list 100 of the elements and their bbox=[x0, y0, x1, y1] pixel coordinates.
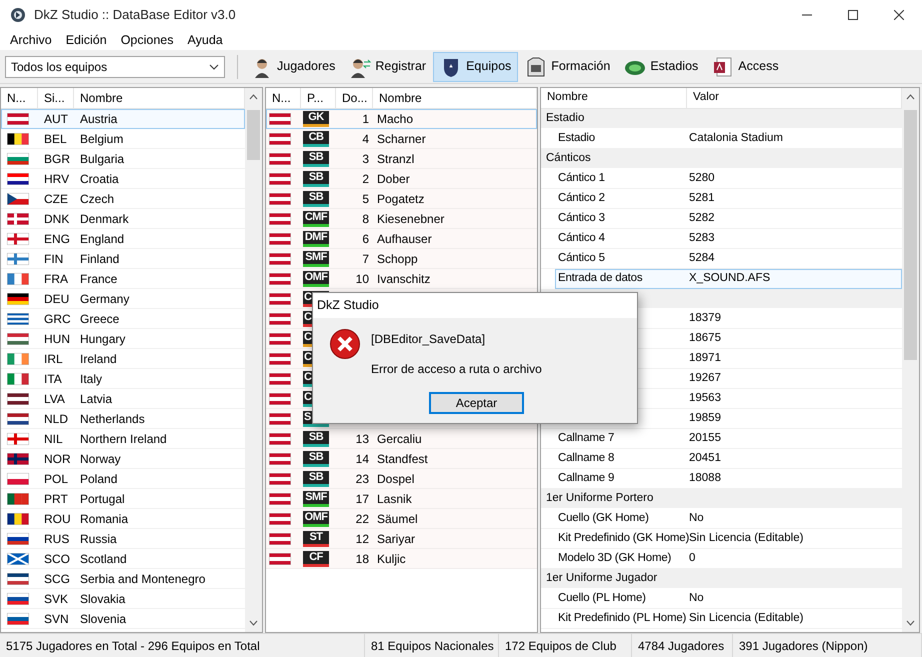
column-header[interactable]: Si... bbox=[38, 88, 74, 108]
property-value: 0 bbox=[688, 550, 696, 566]
menu-item[interactable]: Archivo bbox=[3, 30, 59, 50]
player-name: Dospel bbox=[376, 470, 416, 488]
team-row[interactable]: DNK Denmark bbox=[1, 209, 245, 229]
player-name: Aufhauser bbox=[376, 230, 433, 248]
player-name: Kuljic bbox=[376, 550, 407, 568]
team-name: Germany bbox=[79, 290, 130, 308]
team-filter-dropdown[interactable]: Todos los equipos bbox=[5, 56, 225, 78]
team-row[interactable]: POL Poland bbox=[1, 469, 245, 489]
scrollbar-thumb[interactable] bbox=[904, 110, 917, 360]
scrollbar[interactable] bbox=[245, 88, 262, 632]
menu-item[interactable]: Edición bbox=[58, 30, 114, 50]
scrollbar[interactable] bbox=[902, 88, 919, 632]
column-header[interactable]: Nombre bbox=[541, 88, 687, 108]
team-code: FRA bbox=[43, 270, 69, 288]
property-row[interactable]: Kit Predefinido (PL Home) Sin Licencia (Editable) bbox=[541, 609, 902, 629]
player-row[interactable]: GK 1 Macho bbox=[266, 109, 537, 129]
property-row[interactable]: Entrada de datos X_SOUND.AFS bbox=[555, 269, 902, 289]
player-row[interactable]: SMF 17 Lasnik bbox=[266, 489, 537, 509]
player-row[interactable]: CMF 8 Kiesenebner bbox=[266, 209, 537, 229]
team-row[interactable]: NOR Norway bbox=[1, 449, 245, 469]
team-row[interactable]: ITA Italy bbox=[1, 369, 245, 389]
player-row[interactable]: SB 23 Dospel bbox=[266, 469, 537, 489]
app-logo-icon bbox=[10, 7, 26, 23]
property-row[interactable]: Callname 7 20155 bbox=[541, 429, 902, 449]
player-row[interactable]: DMF 6 Aufhauser bbox=[266, 229, 537, 249]
flag-icon bbox=[269, 292, 291, 304]
flag-icon bbox=[269, 312, 291, 324]
property-group-row[interactable]: Estadio bbox=[541, 109, 902, 129]
team-row[interactable]: ROU Romania bbox=[1, 509, 245, 529]
property-row[interactable]: Callname 8 20451 bbox=[541, 449, 902, 469]
team-row[interactable]: BGR Bulgaria bbox=[1, 149, 245, 169]
team-code: HUN bbox=[43, 330, 71, 348]
team-row[interactable]: CZE Czech bbox=[1, 189, 245, 209]
toolbar-button[interactable]: Estadios bbox=[617, 52, 706, 82]
team-row[interactable]: SVK Slovakia bbox=[1, 589, 245, 609]
player-row[interactable]: CF 18 Kuljic bbox=[266, 549, 537, 569]
scroll-down-icon bbox=[249, 620, 258, 626]
menu-item[interactable]: Opciones bbox=[114, 30, 180, 50]
property-row[interactable]: Cántico 2 5281 bbox=[541, 189, 902, 209]
toolbar-button[interactable]: Access bbox=[705, 52, 786, 82]
team-row[interactable]: NLD Netherlands bbox=[1, 409, 245, 429]
player-row[interactable]: SB 2 Dober bbox=[266, 169, 537, 189]
toolbar-button[interactable]: Registrar bbox=[342, 52, 434, 82]
team-name: Scotland bbox=[79, 550, 128, 568]
column-header[interactable]: N... bbox=[1, 88, 38, 108]
position-badge: OMF bbox=[303, 270, 329, 286]
team-row[interactable]: PRT Portugal bbox=[1, 489, 245, 509]
player-row[interactable]: OMF 22 Säumel bbox=[266, 509, 537, 529]
property-group-row[interactable]: Cánticos bbox=[541, 149, 902, 169]
team-row[interactable]: LVA Latvia bbox=[1, 389, 245, 409]
player-row[interactable]: ST 12 Sariyar bbox=[266, 529, 537, 549]
player-row[interactable]: SMF 7 Schopp bbox=[266, 249, 537, 269]
team-name: Norway bbox=[79, 450, 122, 468]
column-header[interactable]: N... bbox=[266, 88, 301, 108]
team-row[interactable]: NIL Northern Ireland bbox=[1, 429, 245, 449]
team-row[interactable]: FRA France bbox=[1, 269, 245, 289]
team-code: IRL bbox=[43, 350, 64, 368]
player-row[interactable]: SB 3 Stranzl bbox=[266, 149, 537, 169]
team-row[interactable]: HUN Hungary bbox=[1, 329, 245, 349]
shirt-number: 12 bbox=[354, 530, 370, 548]
team-row[interactable]: SVN Slovenia bbox=[1, 609, 245, 629]
menu-item[interactable]: Ayuda bbox=[180, 30, 230, 50]
team-code: ROU bbox=[43, 510, 72, 528]
maximize-icon[interactable] bbox=[848, 10, 858, 20]
team-row[interactable]: ENG England bbox=[1, 229, 245, 249]
team-row[interactable]: AUT Austria bbox=[1, 109, 245, 129]
column-header[interactable]: P... bbox=[301, 88, 336, 108]
team-row[interactable]: BEL Belgium bbox=[1, 129, 245, 149]
accept-button[interactable]: Aceptar bbox=[429, 392, 524, 414]
team-row[interactable]: IRL Ireland bbox=[1, 349, 245, 369]
property-row[interactable]: Cuello (GK Home) No bbox=[541, 509, 902, 529]
position-badge: DMF bbox=[303, 230, 329, 246]
property-group-row[interactable]: 1er Uniforme Portero bbox=[541, 489, 902, 509]
property-row[interactable]: Kit Predefinido (GK Home)Sin Licencia (Editable) bbox=[541, 529, 902, 549]
team-row[interactable]: RUS Russia bbox=[1, 529, 245, 549]
player-row[interactable]: SB 14 Standfest bbox=[266, 449, 537, 469]
toolbar-button[interactable]: Jugadores bbox=[244, 52, 342, 82]
toolbar-button[interactable]: Equipos bbox=[433, 52, 518, 82]
close-icon[interactable] bbox=[894, 10, 904, 20]
toolbar-button[interactable]: Formación bbox=[518, 52, 618, 82]
player-row[interactable]: CB 4 Scharner bbox=[266, 129, 537, 149]
property-group-row[interactable]: 1er Uniforme Jugador bbox=[541, 569, 902, 589]
column-header[interactable]: Do... bbox=[336, 88, 373, 108]
property-row[interactable]: Cántico 3 5282 bbox=[541, 209, 902, 229]
team-row[interactable]: FIN Finland bbox=[1, 249, 245, 269]
team-row[interactable]: HRV Croatia bbox=[1, 169, 245, 189]
player-row[interactable]: OMF 10 Ivanschitz bbox=[266, 269, 537, 289]
column-header[interactable]: Nombre bbox=[373, 88, 537, 108]
team-row[interactable]: GRC Greece bbox=[1, 309, 245, 329]
property-row[interactable]: Cuello (PL Home) No bbox=[541, 589, 902, 609]
team-row[interactable]: SCG Serbia and Montenegro bbox=[1, 569, 245, 589]
property-row[interactable]: Cántico 4 5283 bbox=[541, 229, 902, 249]
player-row[interactable]: SB 5 Pogatetz bbox=[266, 189, 537, 209]
property-row[interactable]: Cántico 1 5280 bbox=[541, 169, 902, 189]
player-row[interactable]: SB 13 Gercaliu bbox=[266, 429, 537, 449]
team-row[interactable]: SCO Scotland bbox=[1, 549, 245, 569]
team-row[interactable]: DEU Germany bbox=[1, 289, 245, 309]
scrollbar-thumb[interactable] bbox=[247, 110, 260, 160]
